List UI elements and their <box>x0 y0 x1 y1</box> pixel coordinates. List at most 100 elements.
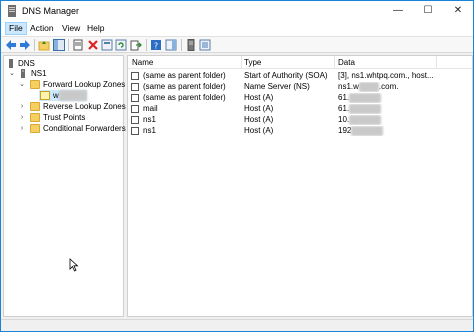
folder-icon <box>30 124 40 133</box>
tree-node-trust-points[interactable]: › Trust Points <box>6 112 124 123</box>
minimize-button[interactable]: — <box>383 1 413 21</box>
export-list-icon[interactable] <box>130 39 142 51</box>
record-data: 61.xxxxxxxx <box>338 104 468 114</box>
record-data-visible: ns1.w <box>338 82 359 91</box>
delete-icon[interactable] <box>87 39 99 51</box>
records-list-pane: Name Type Data (same as parent folder) S… <box>127 55 473 317</box>
menu-view[interactable]: View <box>59 23 83 33</box>
menu-bar: File Action View Help <box>1 21 473 36</box>
redacted-data: xxxxxxxx <box>349 115 382 125</box>
back-arrow-icon[interactable] <box>5 39 17 51</box>
table-row[interactable]: (same as parent folder) Host (A) 61.xxxx… <box>128 93 472 103</box>
dns-root-icon <box>9 59 13 68</box>
expand-chevron-icon[interactable]: › <box>18 112 26 123</box>
toolbar: ? <box>1 36 473 53</box>
record-icon <box>131 72 139 80</box>
table-row[interactable]: ns1 Host (A) 10.xxxxxxxx <box>128 115 472 125</box>
redacted-data: xxxxxxxx <box>351 126 384 136</box>
tree-node-reverse-lookup-zones[interactable]: › Reverse Lookup Zones <box>6 101 126 112</box>
table-row[interactable]: (same as parent folder) Name Server (NS)… <box>128 82 472 92</box>
action-pane-icon[interactable] <box>165 39 177 51</box>
dns-manager-window: DNS Manager — ☐ ✕ File Action View Help … <box>0 0 474 332</box>
tree-node-zone[interactable]: wxxxxxxx <box>39 90 87 101</box>
record-type: Start of Authority (SOA) <box>244 71 328 80</box>
console-tree-pane: DNS ⌄ NS1 ⌄ Forward Lookup Zones wxxxxxx… <box>3 55 126 317</box>
svg-text:?: ? <box>154 42 158 51</box>
record-data: [3], ns1.whtpq.com., host... <box>338 71 434 80</box>
forward-arrow-icon[interactable] <box>19 39 31 51</box>
record-data-suffix: .com. <box>378 82 399 91</box>
record-name: (same as parent folder) <box>143 93 226 102</box>
menu-help[interactable]: Help <box>84 23 107 33</box>
record-type: Host (A) <box>244 126 274 135</box>
column-divider[interactable] <box>334 56 335 69</box>
expand-chevron-icon[interactable]: › <box>18 123 26 134</box>
tree-node-forward-lookup-zones[interactable]: ⌄ Forward Lookup Zones <box>6 79 126 90</box>
column-divider[interactable] <box>241 56 242 69</box>
tree-label-zone: w <box>53 91 59 100</box>
record-icon <box>131 116 139 124</box>
toolbar-separator <box>68 39 69 51</box>
tree-node-conditional-forwarders[interactable]: › Conditional Forwarders <box>6 123 126 134</box>
record-name: (same as parent folder) <box>143 71 226 80</box>
redacted-zone-name: xxxxxxx <box>58 90 87 101</box>
folder-icon <box>30 113 40 122</box>
tree-label-trust-points: Trust Points <box>43 113 86 122</box>
column-header-type[interactable]: Type <box>244 57 261 68</box>
menu-file[interactable]: File <box>5 22 27 35</box>
collapse-chevron-icon[interactable]: ⌄ <box>18 79 26 90</box>
redacted-data: xxxxx <box>358 82 379 92</box>
record-type: Host (A) <box>244 93 274 102</box>
column-header-data[interactable]: Data <box>338 57 355 68</box>
record-data-visible: 10. <box>338 115 350 124</box>
expand-chevron-icon[interactable]: › <box>18 101 26 112</box>
folder-icon <box>30 102 40 111</box>
title-bar: DNS Manager — ☐ ✕ <box>1 1 473 21</box>
maximize-button[interactable]: ☐ <box>413 1 443 21</box>
tree-label-forward-lookup-zones: Forward Lookup Zones <box>43 80 126 89</box>
folder-icon <box>30 80 40 89</box>
server-icon <box>21 69 25 78</box>
redacted-data: xxxxxxxx <box>349 104 382 114</box>
record-icon <box>131 94 139 102</box>
record-data: 192xxxxxxxx <box>338 126 468 136</box>
close-button[interactable]: ✕ <box>443 1 473 21</box>
properties-page-icon[interactable] <box>72 39 84 51</box>
status-bar <box>1 319 473 331</box>
collapse-chevron-icon[interactable]: ⌄ <box>8 68 16 79</box>
table-row[interactable]: mail Host (A) 61.xxxxxxxx <box>128 104 472 114</box>
properties-icon[interactable] <box>101 39 113 51</box>
record-name: mail <box>143 104 158 113</box>
zone-icon <box>40 91 50 100</box>
tree-label-reverse-lookup-zones: Reverse Lookup Zones <box>43 102 126 111</box>
tree-label-ns1: NS1 <box>31 69 47 78</box>
up-folder-icon[interactable] <box>38 39 50 51</box>
record-icon <box>131 105 139 113</box>
mouse-cursor-icon <box>69 258 79 272</box>
table-row[interactable]: (same as parent folder) Start of Authori… <box>128 71 472 81</box>
record-type: Host (A) <box>244 115 274 124</box>
record-data-visible: 61. <box>338 93 350 102</box>
column-header-name[interactable]: Name <box>132 57 153 68</box>
record-data-visible: 61. <box>338 104 350 113</box>
refresh-icon[interactable] <box>115 39 127 51</box>
record-name: ns1 <box>143 115 156 124</box>
column-divider[interactable] <box>436 56 437 69</box>
help-icon[interactable]: ? <box>150 39 162 51</box>
record-type: Name Server (NS) <box>244 82 310 91</box>
table-row[interactable]: ns1 Host (A) 192xxxxxxxx <box>128 126 472 136</box>
record-icon <box>131 83 139 91</box>
list-header: Name Type Data <box>128 56 472 69</box>
record-name: (same as parent folder) <box>143 82 226 91</box>
menu-action[interactable]: Action <box>27 23 57 33</box>
show-hide-console-tree-icon[interactable] <box>53 39 65 51</box>
record-name: ns1 <box>143 126 156 135</box>
tree-label-conditional-forwarders: Conditional Forwarders <box>43 124 126 133</box>
record-icon <box>131 127 139 135</box>
record-data: ns1.wxxxxx.com. <box>338 82 468 92</box>
record-data: 10.xxxxxxxx <box>338 115 468 125</box>
toolbar-separator <box>34 39 35 51</box>
server-icon[interactable] <box>185 39 197 51</box>
filter-icon[interactable] <box>199 39 211 51</box>
tree-node-ns1[interactable]: ⌄ NS1 <box>6 68 116 79</box>
